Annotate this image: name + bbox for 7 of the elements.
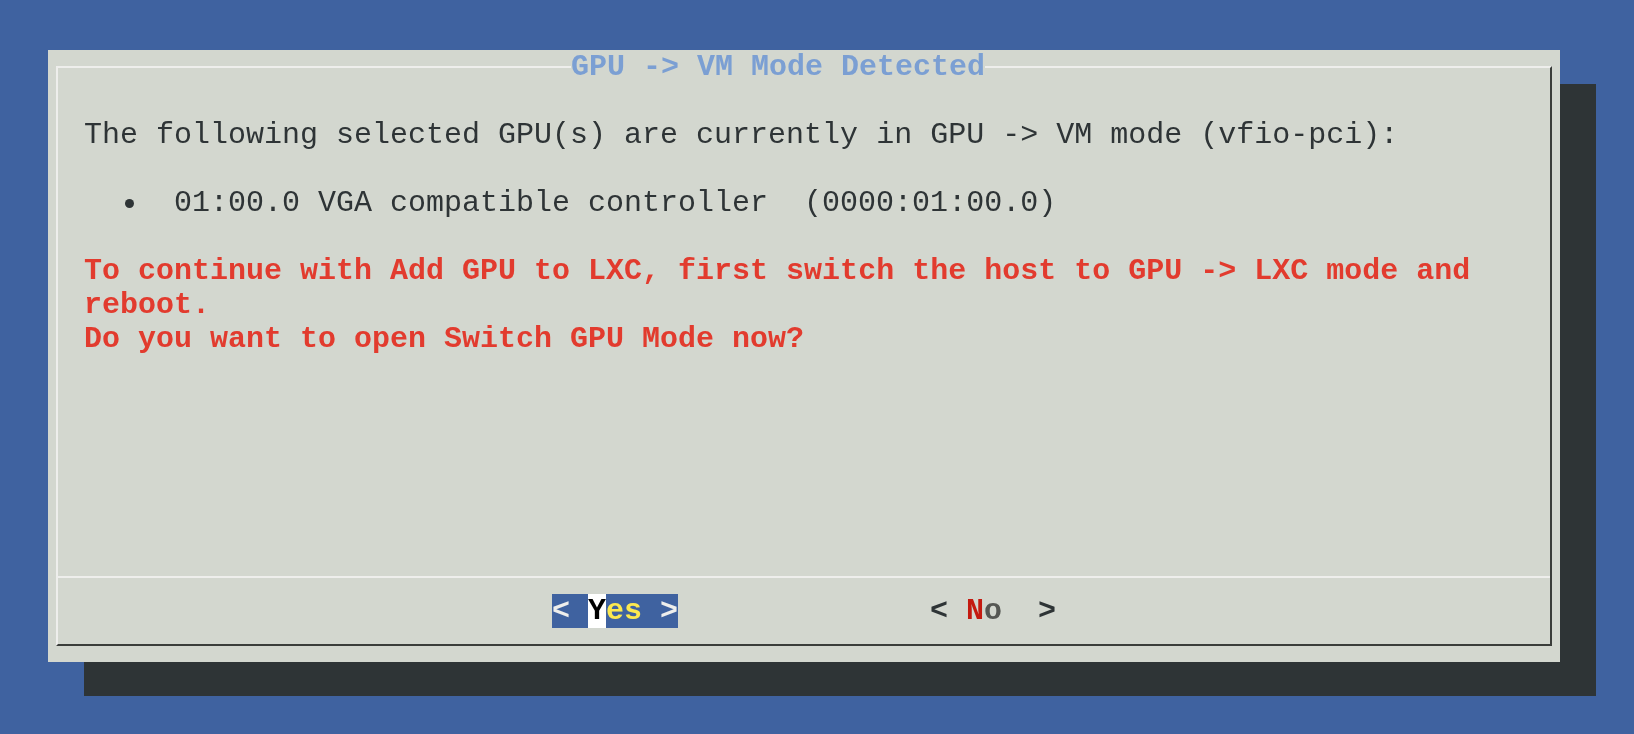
message-text: The following selected GPU(s) are currently in GPU -> VM mode (vfio-pci): [84, 118, 1400, 152]
dialog-button[interactable]: < Yes > [552, 594, 679, 628]
warning-text: Do you want to open Switch GPU Mode now? [84, 322, 806, 356]
device-text: 01:00.0 VGA compatible controller (0000:01:00.0) [174, 186, 1057, 220]
bullet-icon [124, 198, 134, 208]
dialog-button[interactable]: < No > [930, 594, 1057, 628]
warning-text: To continue with Add GPU to LXC, first switch the host to GPU -> LXC mode and reboot. [84, 254, 1472, 322]
